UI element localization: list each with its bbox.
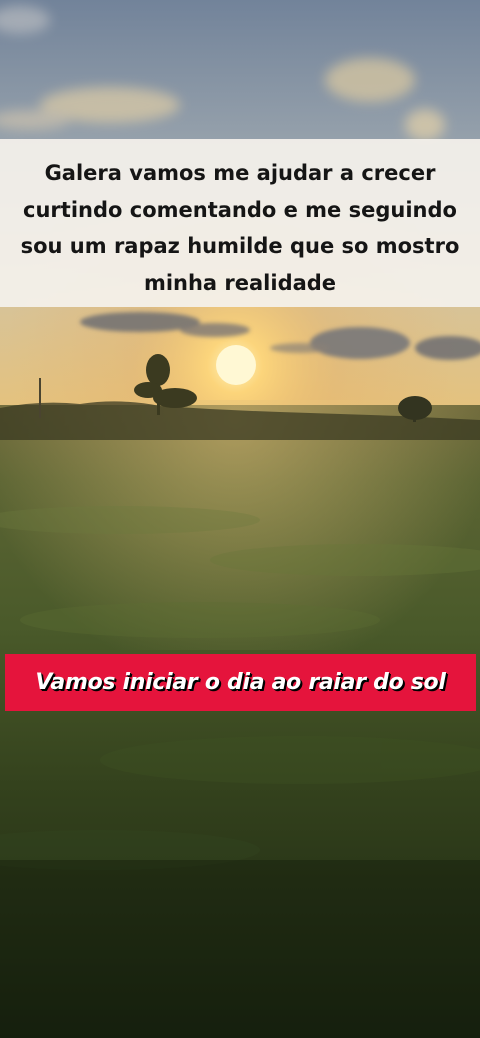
caption-line-2: curtindo comentando e me seguindo — [23, 197, 457, 222]
caption-line-3: sou um rapaz humilde que so mostro — [20, 234, 460, 258]
banner-text: Vamos iniciar o dia ao raiar do sol — [35, 670, 446, 695]
caption-line-4: minha realidade — [143, 270, 337, 295]
caption-line-1: Galera vamos me ajudar a crecer — [44, 161, 436, 185]
sunrise-banner: Vamos iniciar o dia ao raiar do sol — [5, 654, 476, 711]
top-caption: Galera vamos me ajudar a crecer curtindo… — [0, 139, 480, 307]
sun — [216, 345, 256, 385]
